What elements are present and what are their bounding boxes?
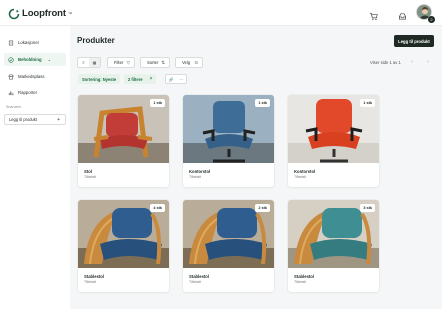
product-category: Tilbetalt xyxy=(294,175,307,179)
pager-prev-icon[interactable]: ‹ xyxy=(411,59,413,65)
sort-button[interactable]: Sorter ⇅ xyxy=(140,57,170,68)
product-name: Stablestol xyxy=(294,274,315,279)
pager-next-icon[interactable]: › xyxy=(427,59,429,65)
sidebar-item-beholdning[interactable]: Beholdning ⌄ xyxy=(4,53,66,66)
chevron-down-icon: ⌄ xyxy=(47,57,51,62)
product-name: Stablestol xyxy=(84,274,105,279)
quantity-badge: 4 stk xyxy=(150,204,165,212)
bar-chart-icon xyxy=(8,91,14,95)
sidebar-item-markedsplass[interactable]: Markedsplass xyxy=(4,70,66,83)
quantity-badge: 1 stk xyxy=(255,99,270,107)
grid-view-icon[interactable]: ▦ xyxy=(89,58,100,67)
quantity-badge: 3 stk xyxy=(360,204,375,212)
link-options-button[interactable]: 🔗 ⋯ xyxy=(165,74,187,84)
quantity-badge: 2 stk xyxy=(255,204,270,212)
product-category: Tilbetalt xyxy=(84,175,97,179)
select-button-label: Velg xyxy=(182,60,191,65)
inbox-icon[interactable] xyxy=(398,8,407,20)
sidebar-item-rapporter[interactable]: Rapporter xyxy=(4,86,66,99)
sidebar-item-label: Lokasjoner xyxy=(18,40,40,45)
product-card[interactable]: 2 stk Stablestol Tilbetalt xyxy=(183,200,274,292)
store-icon xyxy=(8,74,14,79)
cart-icon[interactable] xyxy=(369,8,378,21)
filter-button[interactable]: Filter ▽ xyxy=(107,57,135,68)
more-icon: ⋯ xyxy=(179,76,184,82)
filters-chip[interactable]: 2 filtere xyxy=(124,74,147,84)
filter-button-label: Filter xyxy=(114,60,124,65)
select-button[interactable]: Velg ⊙ xyxy=(175,57,203,68)
shortcut-button-label: Legg til produkt xyxy=(9,117,37,122)
view-toggle: ≡ ▦ xyxy=(77,57,101,68)
product-name: Stablestol xyxy=(189,274,210,279)
product-card[interactable]: 1 stk Kontorstol Tilbetalt xyxy=(183,95,274,187)
link-icon: 🔗 xyxy=(168,76,174,82)
top-bar: Loopfront ™ 2 xyxy=(0,0,442,26)
avatar-badge: 2 xyxy=(428,16,435,23)
shortcut-add-product-button[interactable]: Legg til produkt + xyxy=(4,114,66,125)
product-name: Stol xyxy=(84,169,92,174)
app-name: Loopfront xyxy=(22,7,66,19)
product-card[interactable]: 3 stk Stablestol Tilbetalt xyxy=(288,200,379,292)
plus-icon: + xyxy=(57,117,60,123)
product-category: Tilbetalt xyxy=(189,280,202,284)
sidebar-item-lokasjoner[interactable]: Lokasjoner xyxy=(4,36,66,49)
quantity-badge: 1 stk xyxy=(150,99,165,107)
product-category: Tilbetalt xyxy=(294,280,307,284)
shortcuts-label: Snarveier xyxy=(6,105,22,109)
product-card[interactable]: 4 stk Stablestol Tilbetalt xyxy=(78,200,169,292)
product-category: Tilbetalt xyxy=(84,280,97,284)
product-card[interactable]: 1 stk Stol Tilbetalt xyxy=(78,95,169,187)
product-name: Kontorstol xyxy=(189,169,211,174)
logo[interactable]: Loopfront ™ xyxy=(8,7,72,20)
pagination-status: Viser side 1 av 1 xyxy=(370,60,401,65)
sort-icon: ⇅ xyxy=(161,60,165,65)
product-category: Tilbetalt xyxy=(189,175,202,179)
filter-icon: ▽ xyxy=(126,60,130,65)
check-circle-icon xyxy=(8,56,14,63)
select-circle-icon: ⊙ xyxy=(194,60,198,65)
sort-chip[interactable]: Sortering: Nyeste xyxy=(78,74,121,84)
sort-button-label: Sorter xyxy=(147,60,159,65)
sidebar-item-label: Markedsplass xyxy=(18,74,45,79)
clear-filters-button[interactable]: × xyxy=(146,74,156,84)
product-name: Kontorstol xyxy=(294,169,316,174)
list-view-icon[interactable]: ≡ xyxy=(78,58,89,67)
loopfront-logo-icon xyxy=(8,7,20,20)
page-title: Produkter xyxy=(77,36,115,45)
product-card[interactable]: 1 stk Kontorstol Tilbetalt xyxy=(288,95,379,187)
sidebar: Lokasjoner Beholdning ⌄ Markedsplass Rap… xyxy=(0,26,70,309)
sidebar-item-label: Beholdning xyxy=(18,57,42,62)
building-icon xyxy=(8,40,14,45)
trademark: ™ xyxy=(67,10,72,16)
sidebar-item-label: Rapporter xyxy=(18,90,38,95)
quantity-badge: 1 stk xyxy=(360,99,375,107)
add-product-button[interactable]: Legg til produkt xyxy=(394,35,434,47)
